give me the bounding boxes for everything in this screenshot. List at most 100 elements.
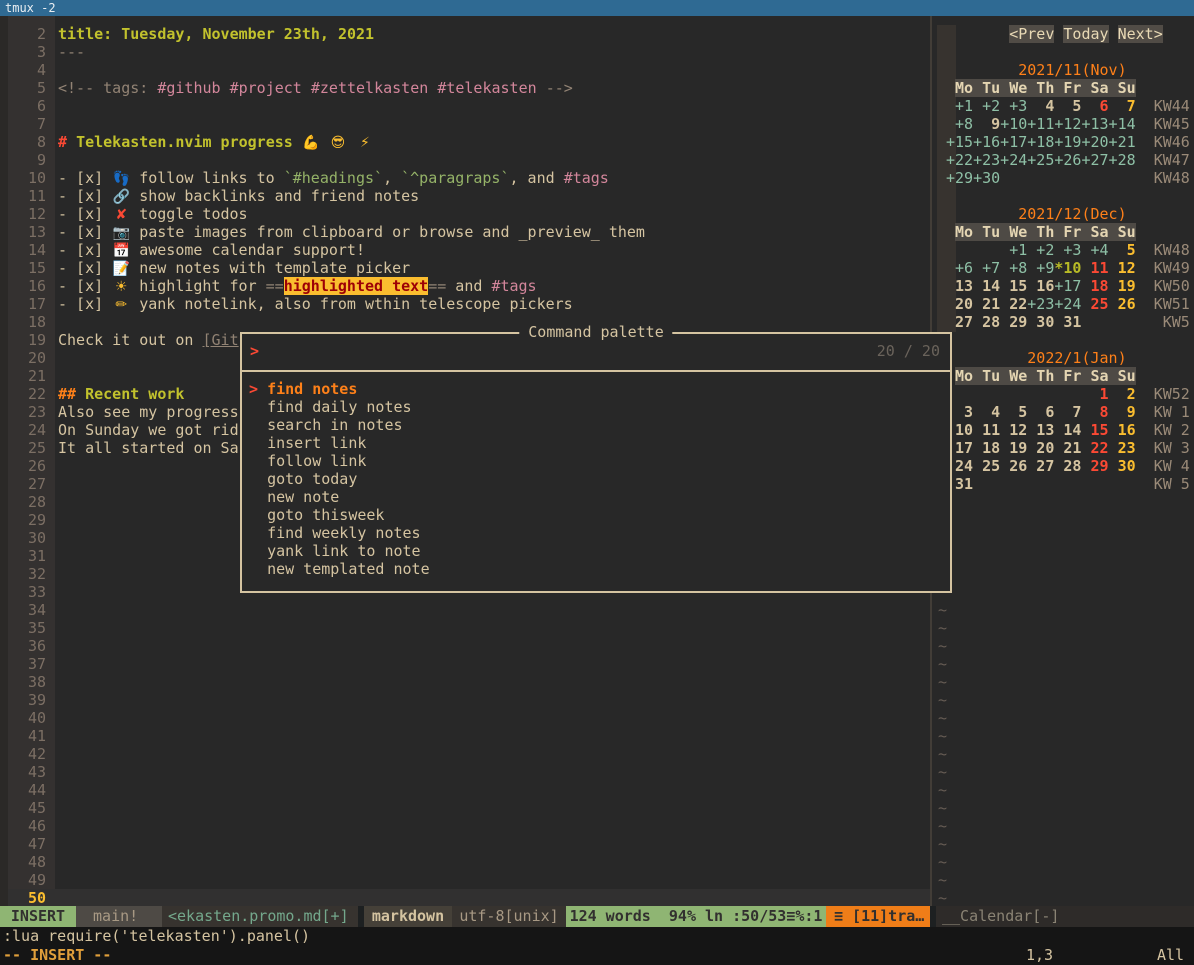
editor-line-14[interactable]: 14- [x] 📅 awesome calendar support! — [0, 241, 930, 259]
calendar-days[interactable]: 7 — [1109, 97, 1136, 115]
editor-line-7[interactable]: 7 — [0, 115, 930, 133]
buffer-tab-segment[interactable]: ≡ [11]tra… — [826, 906, 930, 927]
editor-line-39[interactable]: 39 — [0, 691, 930, 709]
calendar-days[interactable]: 10 11 12 13 14 — [946, 421, 1081, 439]
editor-line-49[interactable]: 49 — [0, 871, 930, 889]
editor-line-3[interactable]: 3--- — [0, 43, 930, 61]
calendar-days[interactable]: 11 — [1081, 259, 1108, 277]
palette-item-find-weekly-notes[interactable]: find weekly notes — [242, 524, 950, 542]
line-number: 35 — [0, 619, 46, 637]
editor-line-40[interactable]: 40 — [0, 709, 930, 727]
calendar-days[interactable]: 25 — [1081, 295, 1108, 313]
calendar-days[interactable]: +22+23+24+25+26+27+28 — [946, 151, 1136, 169]
calendar-days[interactable]: +17 — [1054, 277, 1081, 295]
calendar-days[interactable]: 29 — [1081, 457, 1108, 475]
calendar-days[interactable]: 27 28 29 30 31 — [946, 313, 1081, 331]
calendar-days[interactable]: 26 — [1109, 295, 1136, 313]
editor-line-17[interactable]: 17- [x] ✏ yank notelink, also from wthin… — [0, 295, 930, 313]
calendar-days[interactable]: 3 4 5 6 7 — [946, 403, 1081, 421]
calendar-days[interactable]: +1 +2 +3 +4 — [1000, 241, 1108, 259]
calendar-row: 17 18 19 20 21 22 23 KW 3 — [946, 439, 1190, 457]
editor-line-15[interactable]: 15- [x] 📝 new notes with template picker — [0, 259, 930, 277]
calendar-days[interactable]: +29+30 — [946, 169, 1000, 187]
editor-line-45[interactable]: 45 — [0, 799, 930, 817]
editor-line-11[interactable]: 11- [x] 🔗 show backlinks and friend note… — [0, 187, 930, 205]
line-text — [46, 871, 58, 889]
editor-line-37[interactable]: 37 — [0, 655, 930, 673]
calendar-days[interactable]: +8 — [946, 115, 973, 133]
calendar-today[interactable]: *10 — [1054, 259, 1081, 277]
cal-prev-button[interactable]: <Prev — [1009, 25, 1054, 43]
editor-line-16[interactable]: 16- [x] ☀ highlight for ==highlighted te… — [0, 277, 930, 295]
editor-line-13[interactable]: 13- [x] 📷 paste images from clipboard or… — [0, 223, 930, 241]
palette-item-goto-thisweek[interactable]: goto thisweek — [242, 506, 950, 524]
editor-line-43[interactable]: 43 — [0, 763, 930, 781]
editor-line-44[interactable]: 44 — [0, 781, 930, 799]
cal-next-button[interactable]: Next> — [1118, 25, 1163, 43]
editor-line-18[interactable]: 18 — [0, 313, 930, 331]
editor-line-9[interactable]: 9 — [0, 151, 930, 169]
palette-item-find-notes[interactable]: > find notes — [242, 380, 950, 398]
calendar-days[interactable]: +10+11+12+13+14 — [1000, 115, 1135, 133]
calendar-days[interactable]: 13 14 15 16 — [946, 277, 1054, 295]
palette-item-goto-today[interactable]: goto today — [242, 470, 950, 488]
calendar-days[interactable]: 6 — [1081, 97, 1108, 115]
calendar-days[interactable]: 5 — [1109, 241, 1136, 259]
text-segment — [973, 475, 1136, 493]
editor-line-35[interactable]: 35 — [0, 619, 930, 637]
text-segment — [1000, 169, 1135, 187]
editor-line-41[interactable]: 41 — [0, 727, 930, 745]
editor-line-8[interactable]: 8# Telekasten.nvim progress 💪 😎 ⚡ — [0, 133, 930, 151]
line-number: 38 — [0, 673, 46, 691]
calendar-days[interactable]: 9 — [973, 115, 1000, 133]
calendar-days[interactable]: 16 — [1109, 421, 1136, 439]
palette-item-label: goto thisweek — [267, 506, 384, 524]
palette-item-search-in-notes[interactable]: search in notes — [242, 416, 950, 434]
editor-line-2[interactable]: 2title: Tuesday, November 23th, 2021 — [0, 25, 930, 43]
cal-today-button[interactable]: Today — [1063, 25, 1108, 43]
editor-line-4[interactable]: 4 — [0, 61, 930, 79]
calendar-days[interactable]: 30 — [1109, 457, 1136, 475]
calendar-days[interactable]: 1 — [1081, 385, 1108, 403]
text-segment: awesome calendar support! — [130, 241, 365, 259]
editor-line-12[interactable]: 12- [x] ✘ toggle todos — [0, 205, 930, 223]
empty-line-tilde: ~ — [938, 637, 947, 655]
editor-line-6[interactable]: 6 — [0, 97, 930, 115]
calendar-days[interactable]: 2 — [1109, 385, 1136, 403]
palette-item-yank-link-to-note[interactable]: yank link to note — [242, 542, 950, 560]
editor-line-5[interactable]: 5<!-- tags: #github #project #zettelkast… — [0, 79, 930, 97]
editor-line-36[interactable]: 36 — [0, 637, 930, 655]
calendar-days[interactable]: +23+24 — [1027, 295, 1081, 313]
text-segment — [1109, 25, 1118, 43]
calendar-days[interactable]: 8 — [1081, 403, 1108, 421]
palette-item-insert-link[interactable]: insert link — [242, 434, 950, 452]
calendar-days[interactable]: 22 — [1081, 439, 1108, 457]
editor-line-38[interactable]: 38 — [0, 673, 930, 691]
editor-line-42[interactable]: 42 — [0, 745, 930, 763]
calendar-days[interactable]: +6 +7 +8 +9 — [946, 259, 1054, 277]
calendar-days[interactable]: +1 +2 +3 — [946, 97, 1027, 115]
editor-line-48[interactable]: 48 — [0, 853, 930, 871]
palette-item-new-templated-note[interactable]: new templated note — [242, 560, 950, 578]
calendar-days[interactable]: 15 — [1081, 421, 1108, 439]
palette-prompt-input[interactable]: > 20 / 20 — [242, 334, 950, 372]
editor-line-50[interactable]: 50 — [0, 889, 930, 907]
calendar-days[interactable]: 23 — [1109, 439, 1136, 457]
editor-line-47[interactable]: 47 — [0, 835, 930, 853]
calendar-days[interactable]: 18 — [1081, 277, 1108, 295]
command-line[interactable]: :lua require('telekasten').panel() — [0, 927, 1194, 946]
palette-item-follow-link[interactable]: follow link — [242, 452, 950, 470]
editor-line-10[interactable]: 10- [x] 👣 follow links to `#headings`, `… — [0, 169, 930, 187]
editor-line-46[interactable]: 46 — [0, 817, 930, 835]
calendar-days[interactable]: 17 18 19 20 21 — [946, 439, 1081, 457]
calendar-days[interactable]: 20 21 22 — [946, 295, 1027, 313]
palette-item-find-daily-notes[interactable]: find daily notes — [242, 398, 950, 416]
calendar-days[interactable]: 9 — [1109, 403, 1136, 421]
editor-line-34[interactable]: 34 — [0, 601, 930, 619]
calendar-days[interactable]: 4 5 — [1027, 97, 1081, 115]
calendar-days[interactable]: 24 25 26 27 28 — [946, 457, 1081, 475]
calendar-days[interactable]: +15+16+17+18+19+20+21 — [946, 133, 1136, 151]
palette-item-new-note[interactable]: new note — [242, 488, 950, 506]
calendar-days[interactable]: 12 — [1109, 259, 1136, 277]
calendar-days[interactable]: 19 — [1109, 277, 1136, 295]
